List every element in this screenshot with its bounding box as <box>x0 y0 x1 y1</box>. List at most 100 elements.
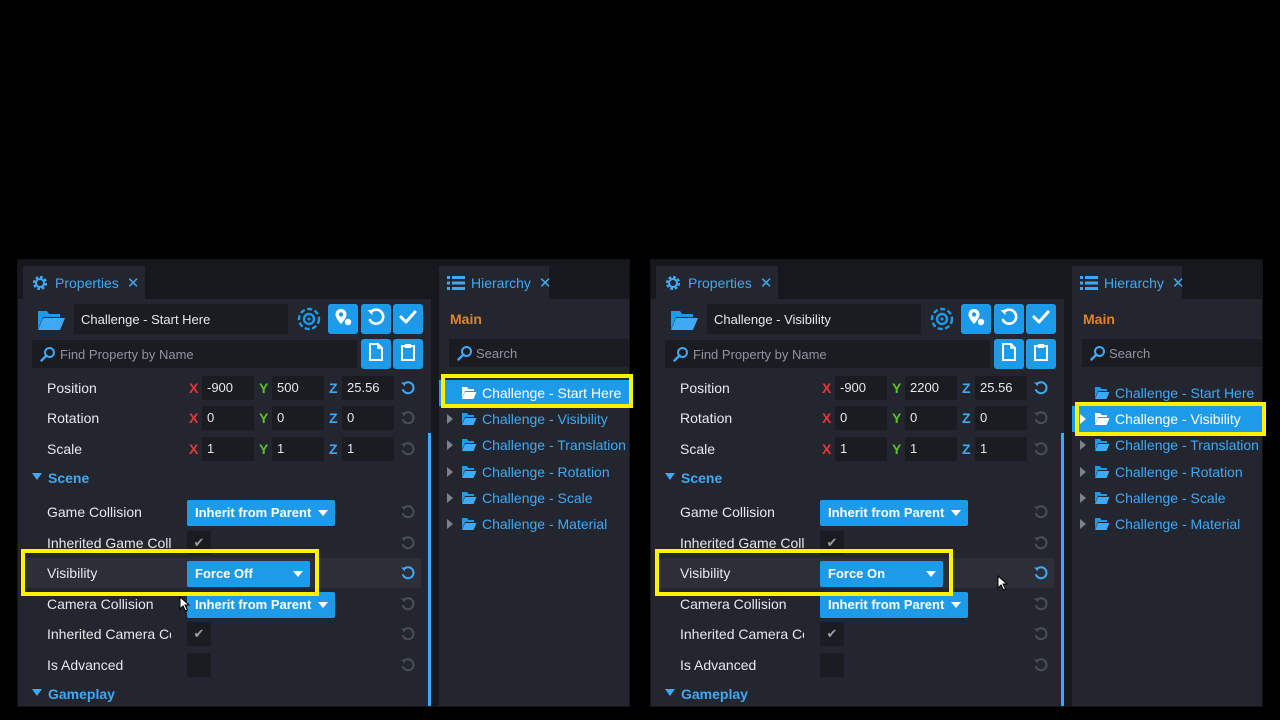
apply-button[interactable] <box>393 304 423 334</box>
folder-icon[interactable] <box>36 308 66 334</box>
reset-icon[interactable] <box>1033 626 1049 642</box>
apply-button[interactable] <box>1026 304 1056 334</box>
paste-button[interactable] <box>393 339 423 369</box>
rotation-y-input[interactable]: 0 <box>272 406 324 430</box>
hierarchy-item[interactable]: Challenge - Material <box>439 511 629 537</box>
reset-icon[interactable] <box>1033 380 1049 396</box>
close-icon[interactable]: ✕ <box>127 274 140 292</box>
reset-icon[interactable] <box>400 657 416 673</box>
game-collision-dropdown[interactable]: Inherit from Parent <box>820 500 968 526</box>
reset-icon[interactable] <box>400 565 416 581</box>
section-title: Scene <box>48 470 90 486</box>
reset-icon[interactable] <box>1033 596 1049 612</box>
expand-arrow-icon[interactable] <box>447 414 453 424</box>
hierarchy-item[interactable]: Challenge - Scale <box>439 485 629 511</box>
copy-icon <box>367 342 385 367</box>
folder-icon <box>461 465 477 482</box>
reset-icon[interactable] <box>1033 441 1049 457</box>
object-name-input[interactable]: Challenge - Visibility <box>707 304 921 334</box>
find-property-input[interactable]: Find Property by Name <box>32 340 357 368</box>
target-icon[interactable] <box>296 306 322 332</box>
scale-z-input[interactable]: 1 <box>975 437 1027 461</box>
expand-arrow-icon[interactable] <box>1080 519 1086 529</box>
object-name-input[interactable]: Challenge - Start Here <box>74 304 288 334</box>
hierarchy-item[interactable]: Challenge - Visibility <box>439 406 629 432</box>
position-x-input[interactable]: -900 <box>835 376 887 400</box>
hierarchy-root-label: Main <box>1083 311 1115 327</box>
tab-bar: Properties ✕ Hierarchy ✕ <box>18 260 629 299</box>
scene-section-header[interactable]: Scene <box>659 466 1054 492</box>
copy-button[interactable] <box>361 339 391 369</box>
scale-x-input[interactable]: 1 <box>202 437 254 461</box>
reset-icon[interactable] <box>400 441 416 457</box>
find-property-input[interactable]: Find Property by Name <box>665 340 990 368</box>
position-z-input[interactable]: 25.56 <box>975 376 1027 400</box>
folder-icon <box>461 491 477 508</box>
position-z-input[interactable]: 25.56 <box>342 376 394 400</box>
rotation-y-input[interactable]: 0 <box>905 406 957 430</box>
scale-x-input[interactable]: 1 <box>835 437 887 461</box>
copy-button[interactable] <box>994 339 1024 369</box>
expand-arrow-icon[interactable] <box>1080 493 1086 503</box>
expand-arrow-icon[interactable] <box>447 493 453 503</box>
reset-icon[interactable] <box>400 410 416 426</box>
position-y-input[interactable]: 500 <box>272 376 324 400</box>
reset-icon[interactable] <box>400 380 416 396</box>
hierarchy-search-input[interactable]: Search <box>1082 339 1262 367</box>
is-advanced-checkbox[interactable] <box>820 653 844 677</box>
reset-icon[interactable] <box>1033 410 1049 426</box>
game-collision-dropdown[interactable]: Inherit from Parent <box>187 500 335 526</box>
gameplay-section-header[interactable]: Gameplay <box>26 682 421 706</box>
rotation-z-input[interactable]: 0 <box>975 406 1027 430</box>
location-pin-button[interactable] <box>961 304 991 334</box>
close-icon[interactable]: ✕ <box>539 274 552 292</box>
scale-y-input[interactable]: 1 <box>272 437 324 461</box>
reset-icon[interactable] <box>400 535 416 551</box>
reset-all-button[interactable] <box>994 304 1024 334</box>
rotation-z-input[interactable]: 0 <box>342 406 394 430</box>
tab-hierarchy[interactable]: Hierarchy ✕ <box>1072 266 1185 299</box>
tab-properties[interactable]: Properties ✕ <box>23 266 145 299</box>
reset-all-button[interactable] <box>361 304 391 334</box>
hierarchy-item[interactable]: Challenge - Material <box>1072 511 1262 537</box>
hierarchy-search-input[interactable]: Search <box>449 339 629 367</box>
close-icon[interactable]: ✕ <box>1172 274 1185 292</box>
folder-icon <box>1094 465 1110 482</box>
is-advanced-checkbox[interactable] <box>187 653 211 677</box>
hierarchy-item[interactable]: Challenge - Scale <box>1072 485 1262 511</box>
pane-divider[interactable] <box>1064 299 1072 706</box>
folder-icon[interactable] <box>669 308 699 334</box>
reset-icon[interactable] <box>1033 504 1049 520</box>
pane-divider[interactable] <box>431 299 439 706</box>
tab-hierarchy[interactable]: Hierarchy ✕ <box>439 266 552 299</box>
expand-arrow-icon[interactable] <box>447 467 453 477</box>
reset-icon[interactable] <box>1033 565 1049 581</box>
reset-icon[interactable] <box>400 596 416 612</box>
location-pin-button[interactable] <box>328 304 358 334</box>
reset-icon[interactable] <box>1033 657 1049 673</box>
target-icon[interactable] <box>929 306 955 332</box>
hierarchy-item[interactable]: Challenge - Rotation <box>439 459 629 485</box>
hierarchy-item[interactable]: Challenge - Rotation <box>1072 459 1262 485</box>
expand-arrow-icon[interactable] <box>447 519 453 529</box>
expand-arrow-icon[interactable] <box>1080 440 1086 450</box>
reset-icon[interactable] <box>400 504 416 520</box>
close-icon[interactable]: ✕ <box>760 274 773 292</box>
hierarchy-item[interactable]: Challenge - Translation <box>439 432 629 458</box>
expand-arrow-icon[interactable] <box>1080 467 1086 477</box>
gameplay-section-header[interactable]: Gameplay <box>659 682 1054 706</box>
scene-section-header[interactable]: Scene <box>26 466 421 492</box>
tab-properties[interactable]: Properties ✕ <box>656 266 778 299</box>
reset-icon[interactable] <box>400 626 416 642</box>
paste-button[interactable] <box>1026 339 1056 369</box>
rotation-x-input[interactable]: 0 <box>202 406 254 430</box>
expand-arrow-icon[interactable] <box>447 440 453 450</box>
scale-y-input[interactable]: 1 <box>905 437 957 461</box>
reset-icon[interactable] <box>1033 535 1049 551</box>
position-row: Position X -900 Y 2200 Z 25.56 <box>659 373 1054 403</box>
rotation-x-input[interactable]: 0 <box>835 406 887 430</box>
chevron-down-icon <box>32 473 42 480</box>
position-x-input[interactable]: -900 <box>202 376 254 400</box>
position-y-input[interactable]: 2200 <box>905 376 957 400</box>
scale-z-input[interactable]: 1 <box>342 437 394 461</box>
